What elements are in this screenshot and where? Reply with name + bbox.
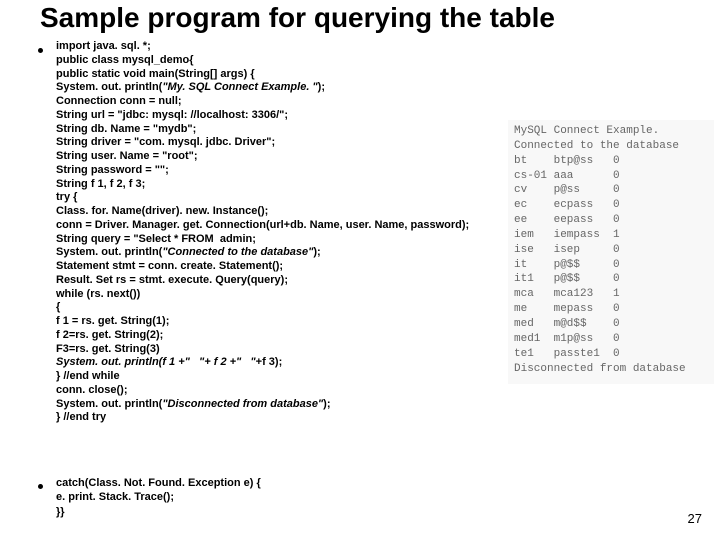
output-row: ec ecpass 0 [514,198,708,213]
code-line: }} [56,506,65,518]
code-line: Connection conn = null; [56,95,182,107]
output-row: te1 passte1 0 [514,347,708,362]
code-line: catch(Class. Not. Found. Exception e) { [56,477,261,489]
code-line: try { [56,191,77,203]
code-line: public static void main(String[] args) { [56,68,255,80]
code-line: { [56,301,60,313]
code-line: while (rs. next()) [56,288,140,300]
code-line: String driver = "com. mysql. jdbc. Drive… [56,136,275,148]
output-row: iem iempass 1 [514,228,708,243]
code-line: String password = ""; [56,164,169,176]
code-line: String user. Name = "root"; [56,150,198,162]
code-line: ); [313,246,320,258]
output-row: ise isep 0 [514,243,708,258]
code-line: conn. close(); [56,384,128,396]
code-line: System. out. println( [56,81,162,93]
output-disconnected: Disconnected from database [514,362,708,377]
code-line: ); [323,398,330,410]
slide-title: Sample program for querying the table [40,2,700,34]
code-line: Result. Set rs = stmt. execute. Query(qu… [56,274,288,286]
code-line: Statement stmt = conn. create. Statement… [56,260,283,272]
code-line: String f 1, f 2, f 3; [56,178,145,190]
code-line: F3=rs. get. String(3) [56,343,160,355]
code-line: } //end try [56,411,106,423]
output-row: cs-01 aaa 0 [514,169,708,184]
page-number: 27 [688,511,702,526]
code-line: +f 3); [256,356,283,368]
output-row: me mepass 0 [514,302,708,317]
code-line: e. print. Stack. Trace(); [56,491,174,503]
console-output: MySQL Connect Example. Connected to the … [508,120,714,384]
output-row: ee eepass 0 [514,213,708,228]
code-line: System. out. println( [56,246,162,258]
output-row: it p@$$ 0 [514,258,708,273]
code-line: Class. for. Name(driver). new. Instance(… [56,205,268,217]
output-connected: Connected to the database [514,139,708,154]
output-header: MySQL Connect Example. [514,124,708,139]
bullet-icon [38,484,43,489]
bullet-icon [38,48,43,53]
code-line: import java. sql. *; [56,40,151,52]
code-block-main: import java. sql. *; public class mysql_… [56,40,469,425]
code-line: f 1 = rs. get. String(1); [56,315,169,327]
code-line: public class mysql_demo{ [56,54,194,66]
slide: Sample program for querying the table im… [0,0,720,540]
code-block-catch: catch(Class. Not. Found. Exception e) { … [56,476,261,519]
code-line: conn = Driver. Manager. get. Connection(… [56,219,469,231]
code-string: "Connected to the database" [162,246,313,258]
output-row: cv p@ss 0 [514,183,708,198]
output-row: bt btp@ss 0 [514,154,708,169]
code-line: System. out. println(f 1 +" "+ f 2 +" " [56,356,256,368]
code-line: String query = "Select * FROM admin; [56,233,256,245]
code-line: ); [318,81,325,93]
output-row: med m@d$$ 0 [514,317,708,332]
code-line: String db. Name = "mydb"; [56,123,196,135]
output-row: med1 m1p@ss 0 [514,332,708,347]
code-line: } //end while [56,370,120,382]
code-line: String url = "jdbc: mysql: //localhost: … [56,109,288,121]
code-string: "Disconnected from database" [162,398,323,410]
output-row: mca mca123 1 [514,287,708,302]
output-row: it1 p@$$ 0 [514,272,708,287]
code-string: "My. SQL Connect Example. " [162,81,317,93]
code-line: f 2=rs. get. String(2); [56,329,163,341]
code-line: System. out. println( [56,398,162,410]
